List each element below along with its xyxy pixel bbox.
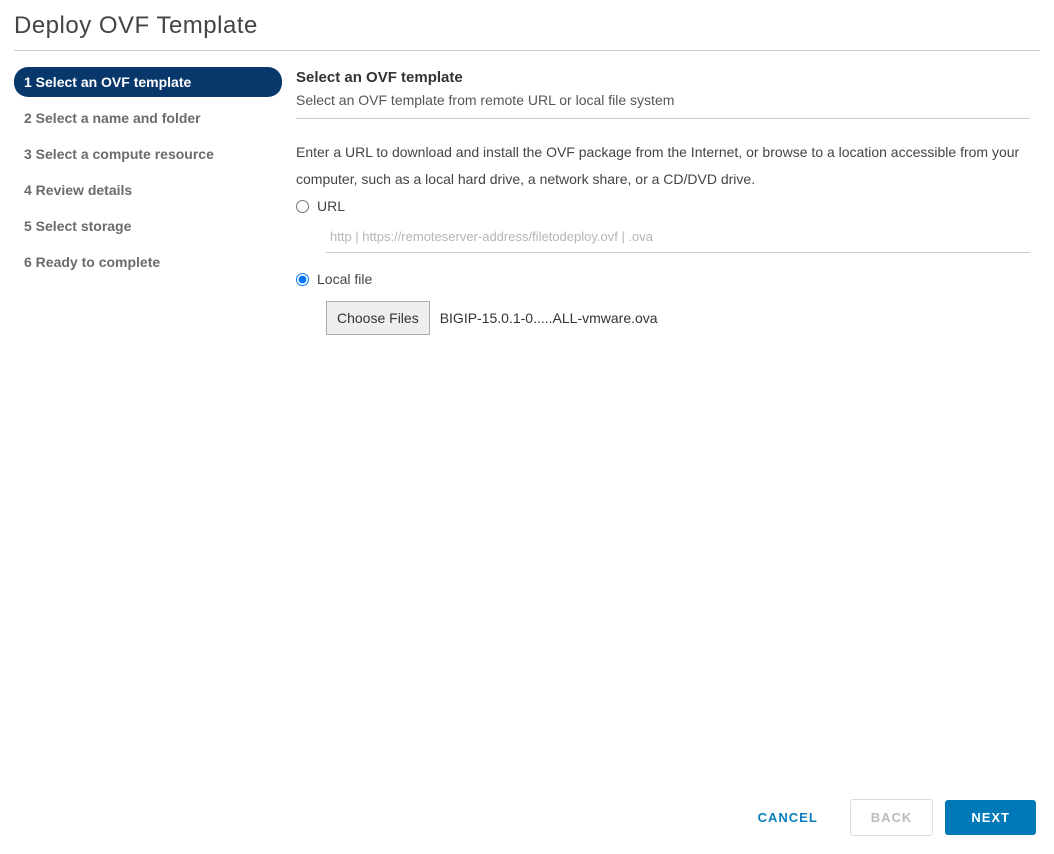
content-subtitle: Select an OVF template from remote URL o… [296, 92, 1030, 108]
local-file-radio-label: Local file [317, 271, 372, 287]
instructions-text: Enter a URL to download and install the … [296, 139, 1030, 192]
content-panel: Select an OVF template Select an OVF tem… [296, 67, 1040, 335]
content-divider [296, 118, 1030, 119]
wizard-step-5[interactable]: 5 Select storage [14, 211, 282, 241]
choose-files-button[interactable]: Choose Files [326, 301, 430, 335]
url-radio-label: URL [317, 198, 345, 214]
wizard-step-3[interactable]: 3 Select a compute resource [14, 139, 282, 169]
local-file-radio[interactable] [296, 273, 309, 286]
url-input-row [326, 224, 1030, 253]
content-title: Select an OVF template [296, 69, 1030, 86]
local-file-block: Choose Files BIGIP-15.0.1-0.....ALL-vmwa… [326, 301, 1030, 335]
cancel-button[interactable]: CANCEL [738, 800, 838, 835]
wizard-step-4[interactable]: 4 Review details [14, 175, 282, 205]
next-button[interactable]: NEXT [945, 800, 1036, 835]
footer-buttons: CANCEL BACK NEXT [738, 799, 1036, 836]
wizard-steps-sidebar: 1 Select an OVF template 2 Select a name… [14, 67, 282, 335]
url-radio-row: URL [296, 198, 1030, 214]
local-file-radio-row: Local file [296, 271, 1030, 287]
url-input[interactable] [330, 229, 1026, 244]
chosen-filename: BIGIP-15.0.1-0.....ALL-vmware.ova [440, 310, 658, 326]
wizard-step-1[interactable]: 1 Select an OVF template [14, 67, 282, 97]
main-layout: 1 Select an OVF template 2 Select a name… [0, 51, 1054, 335]
url-radio[interactable] [296, 200, 309, 213]
dialog-title: Deploy OVF Template [0, 0, 1054, 50]
wizard-step-6[interactable]: 6 Ready to complete [14, 247, 282, 277]
back-button: BACK [850, 799, 934, 836]
wizard-step-2[interactable]: 2 Select a name and folder [14, 103, 282, 133]
